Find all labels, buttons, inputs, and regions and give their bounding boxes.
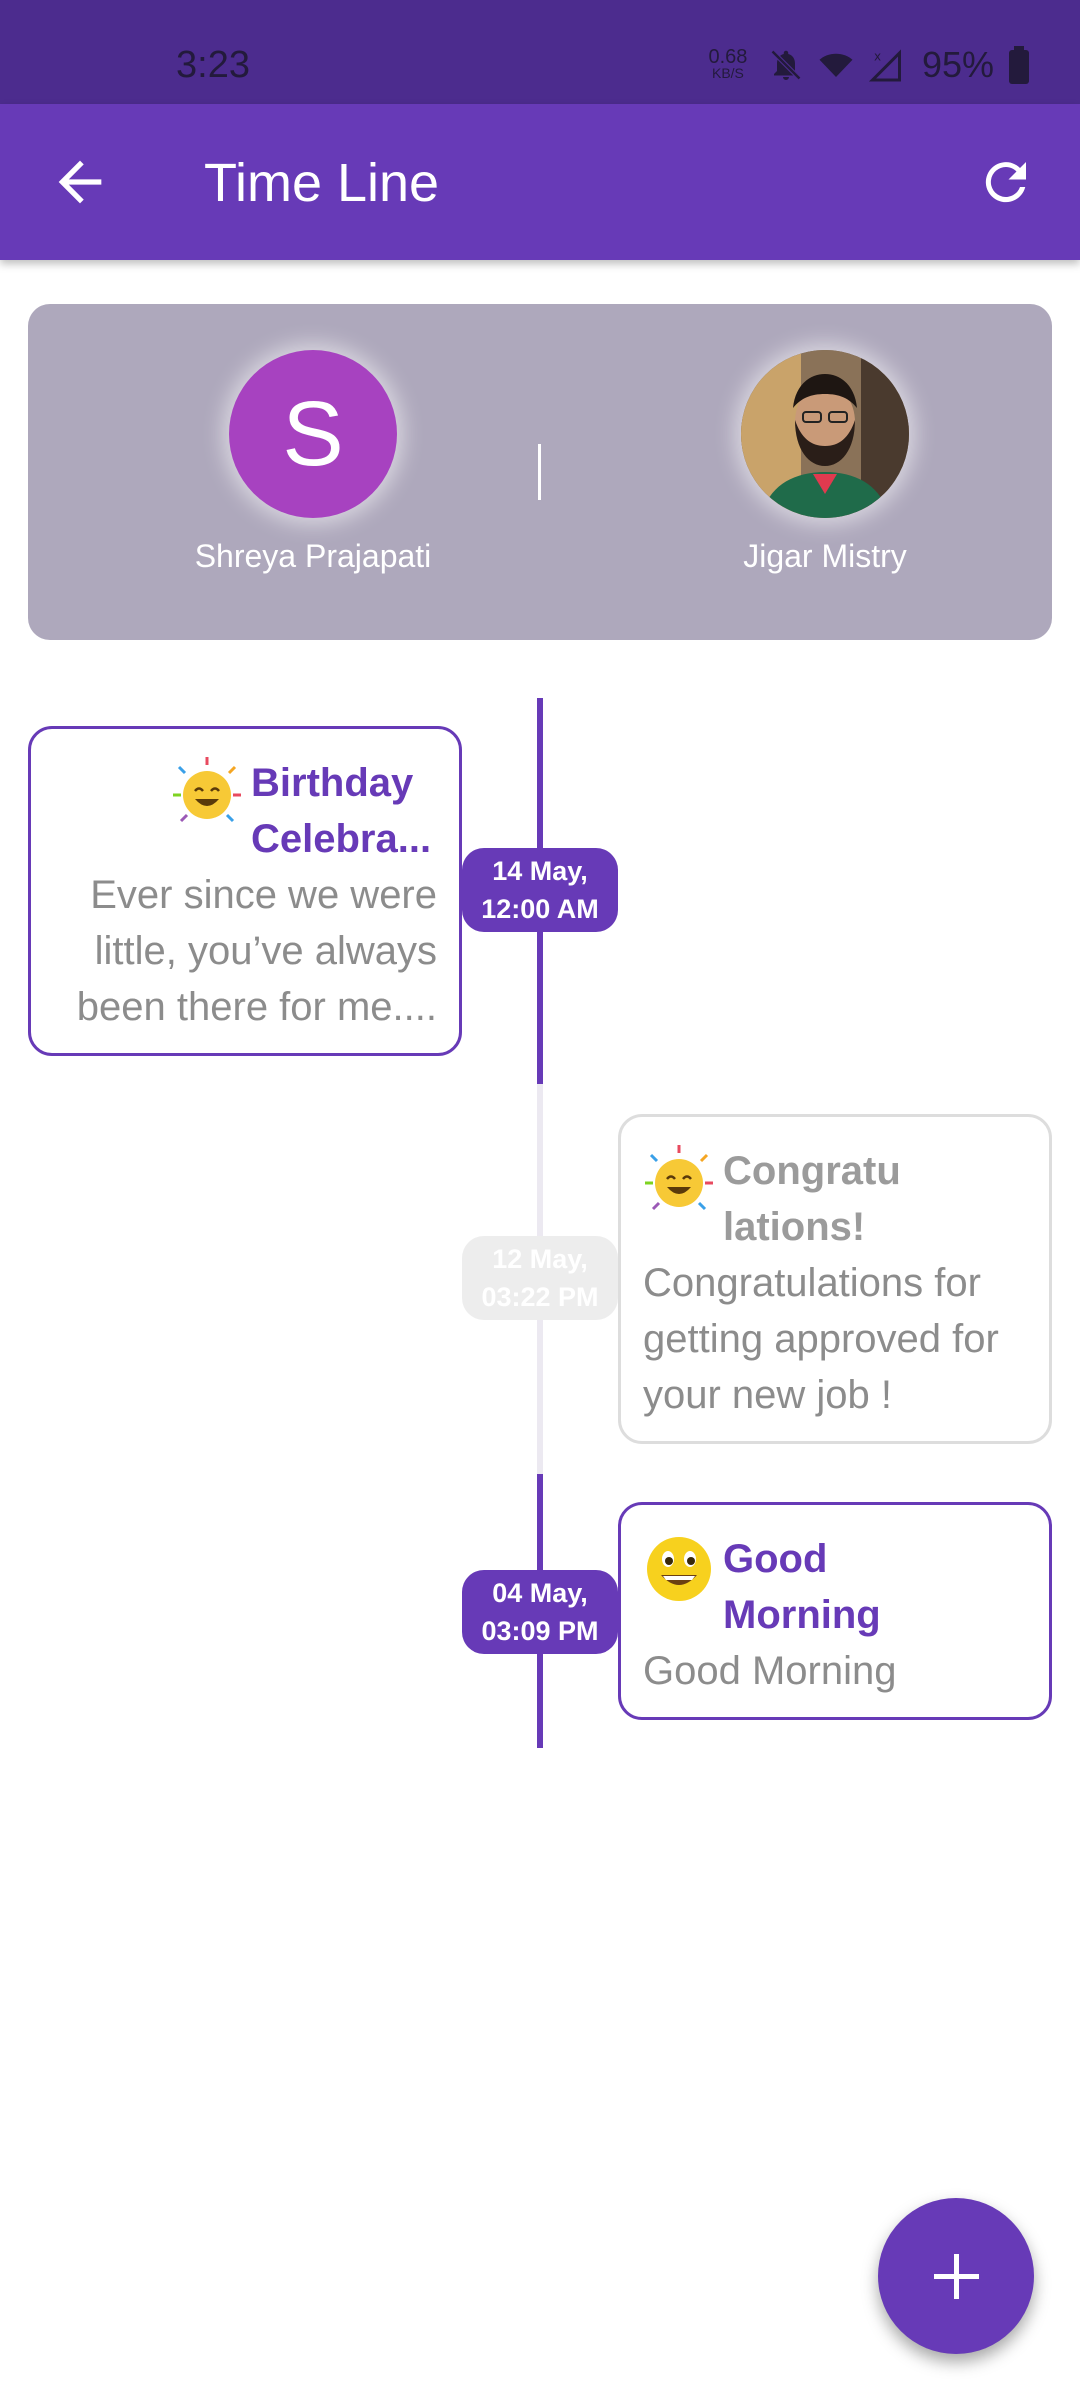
svg-text:x: x: [874, 50, 881, 64]
event-body-line: Good Morning: [643, 1649, 897, 1693]
add-event-button[interactable]: [878, 2198, 1034, 2354]
event-body-line: been there for me....: [76, 985, 437, 1029]
event-body-line: Congratulations for: [643, 1261, 981, 1305]
event-title: Good Morning: [723, 1531, 881, 1643]
profile-shreya[interactable]: S Shreya Prajapati: [133, 350, 493, 575]
event-title-line: Good: [723, 1537, 828, 1581]
back-button[interactable]: [48, 150, 112, 214]
wifi-icon: [819, 53, 853, 77]
event-title-line: Morning: [723, 1593, 881, 1637]
avatar: S: [229, 350, 397, 518]
profile-jigar[interactable]: Jigar Mistry: [645, 350, 1005, 575]
date-day: 14 May,: [492, 856, 588, 886]
event-body: Good Morning: [643, 1643, 896, 1699]
date-time: 12:00 AM: [481, 894, 599, 924]
avatar-photo: [741, 350, 909, 518]
event-header: Good Morning: [643, 1531, 881, 1643]
plus-icon: [934, 2254, 979, 2299]
status-bar: 3:23 0.68 KB/S x 95%: [0, 0, 1080, 104]
date-badge: 14 May, 12:00 AM: [462, 848, 618, 932]
date-day: 12 May,: [492, 1244, 588, 1274]
event-title: Congratu lations!: [723, 1143, 901, 1255]
event-title-line: Celebra...: [251, 817, 432, 861]
date-badge: 04 May, 03:09 PM: [462, 1570, 618, 1654]
event-body-line: your new job !: [643, 1373, 893, 1417]
event-body-line: little, you’ve always: [94, 929, 437, 973]
timeline-event-card[interactable]: Birthday Celebra... Ever since we were l…: [28, 726, 462, 1056]
event-header: Birthday Celebra...: [171, 755, 431, 867]
date-day: 04 May,: [492, 1578, 588, 1608]
arrow-left-icon: [58, 160, 102, 204]
date-time: 03:09 PM: [481, 1616, 599, 1646]
profile-name: Jigar Mistry: [743, 538, 907, 574]
app-bar: Time Line: [0, 104, 1080, 260]
date-badge: 12 May, 03:22 PM: [462, 1236, 618, 1320]
profile-name: Shreya Prajapati: [194, 538, 432, 574]
page-title: Time Line: [204, 153, 440, 213]
network-speed-value: 0.68: [708, 46, 748, 68]
divider: [538, 444, 541, 500]
event-title: Birthday Celebra...: [251, 755, 431, 867]
person-photo-icon: [741, 350, 909, 518]
signal-icon: x: [868, 49, 901, 82]
status-indicators: 0.68 KB/S x 95%: [702, 44, 1030, 86]
battery-percent: 95%: [921, 44, 994, 85]
event-body-line: Ever since we were: [90, 873, 437, 917]
timeline-event-card[interactable]: Good Morning Good Morning: [618, 1502, 1052, 1720]
screen: 3:23 0.68 KB/S x 95% Time Line S Shreya …: [0, 0, 1080, 2400]
party-face-icon: [645, 1145, 713, 1211]
network-speed: 0.68 KB/S: [702, 46, 754, 81]
event-header: Congratu lations!: [643, 1143, 901, 1255]
event-body: Ever since we were little, you’ve always…: [77, 867, 437, 1035]
battery-icon: [1008, 46, 1030, 84]
status-time: 3:23: [176, 44, 250, 86]
event-title-line: Congratu: [723, 1149, 901, 1193]
timeline-event-card[interactable]: Congratu lations! Congratulations for ge…: [618, 1114, 1052, 1444]
event-body: Congratulations for getting approved for…: [643, 1255, 999, 1423]
date-time: 03:22 PM: [481, 1282, 599, 1312]
event-title-line: lations!: [723, 1205, 866, 1249]
event-body-line: getting approved for: [643, 1317, 999, 1361]
avatar-initial: S: [282, 382, 344, 485]
event-title-line: Birthday: [251, 761, 414, 805]
party-face-icon: [173, 757, 241, 823]
profile-card: S Shreya Prajapati Jigar Mistry: [28, 304, 1052, 640]
refresh-button[interactable]: [976, 152, 1036, 212]
refresh-icon: [985, 162, 1026, 203]
bell-off-icon: [770, 49, 802, 81]
grinning-face-icon: [647, 1537, 711, 1601]
